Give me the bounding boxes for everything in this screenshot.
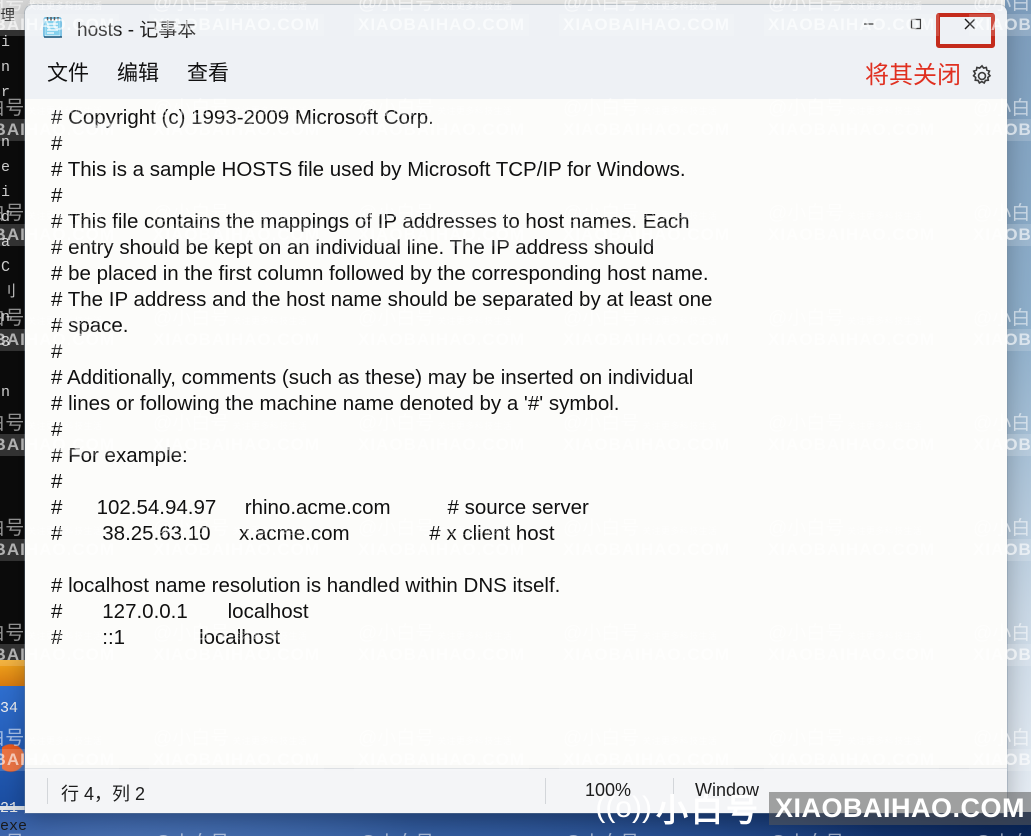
editor-line: # The IP address and the host name shoul… xyxy=(51,288,713,311)
editor-line: # localhost name resolution is handled w… xyxy=(51,574,561,597)
editor-line: # This file contains the mappings of IP … xyxy=(51,210,690,233)
editor-line: # xyxy=(51,132,63,155)
menu-item-view[interactable]: 查看 xyxy=(187,57,229,87)
console-line: C xyxy=(1,259,11,276)
editor-line: # For example: xyxy=(51,444,188,467)
console-line: n xyxy=(1,134,11,151)
console-line: r xyxy=(1,84,11,101)
editor-line: # xyxy=(51,470,63,493)
window-titlebar[interactable]: hosts - 记事本 xyxy=(25,5,1007,51)
editor-line: # lines or following the machine name de… xyxy=(51,392,620,415)
desktop-label-2: 21 xyxy=(0,800,19,817)
editor-line: # space. xyxy=(51,314,129,337)
status-separator-2 xyxy=(545,778,546,804)
editor-line: # Additionally, comments (such as these)… xyxy=(51,366,694,389)
editor-line: # 38.25.63.10 x.acme.com # x client host xyxy=(51,522,555,545)
status-bar: 行 4，列 2 100% Window xyxy=(25,768,1007,813)
gear-icon[interactable] xyxy=(969,63,995,89)
text-editor-area[interactable]: # Copyright (c) 1993-2009 Microsoft Corp… xyxy=(25,99,1007,765)
close-button[interactable] xyxy=(946,5,993,43)
status-separator-1 xyxy=(47,778,48,804)
console-line: a xyxy=(1,234,11,251)
console-line: 刂 xyxy=(1,284,17,301)
menu-item-file[interactable]: 文件 xyxy=(47,57,89,87)
editor-line: # xyxy=(51,418,63,441)
editor-line: # This is a sample HOSTS file used by Mi… xyxy=(51,158,686,181)
status-cursor-position: 行 4，列 2 xyxy=(61,784,146,804)
console-line: d xyxy=(1,209,11,226)
console-line: n xyxy=(1,59,11,76)
editor-line: # 127.0.0.1 localhost xyxy=(51,600,309,623)
editor-line: # xyxy=(51,184,63,207)
background-console-window[interactable]: inr neidaC刂n3 n xyxy=(0,30,28,660)
taskbar-icon-orange[interactable] xyxy=(0,660,26,686)
status-zoom-level[interactable]: 100% xyxy=(585,780,631,801)
console-line: 3 xyxy=(1,334,11,351)
editor-line: # xyxy=(51,340,63,363)
editor-line: # be placed in the first column followed… xyxy=(51,262,709,285)
window-title: hosts - 记事本 xyxy=(77,20,197,41)
desktop-label-1: 34 xyxy=(0,700,19,717)
console-line: n xyxy=(1,309,11,326)
notepad-icon xyxy=(41,16,65,40)
editor-line: # entry should be kept on an individual … xyxy=(51,236,655,259)
status-separator-3 xyxy=(673,778,674,804)
taskbar-icon-inner xyxy=(2,738,24,778)
console-line: n xyxy=(1,384,11,401)
notepad-window: hosts - 记事本 文件 编辑 查看 将其关闭 # Copyright (c… xyxy=(25,5,1007,813)
console-line: e xyxy=(1,159,11,176)
maximize-button[interactable] xyxy=(892,5,939,43)
annotation-close-it: 将其关闭 xyxy=(865,62,961,89)
editor-line: # ::1 localhost xyxy=(51,626,281,649)
status-line-ending[interactable]: Window xyxy=(695,780,759,801)
menu-item-edit[interactable]: 编辑 xyxy=(117,57,159,87)
desktop-label-3: exe xyxy=(0,818,28,835)
minimize-button[interactable] xyxy=(845,5,892,43)
editor-line: # 102.54.94.97 rhino.acme.com # source s… xyxy=(51,496,589,519)
editor-line: # Copyright (c) 1993-2009 Microsoft Corp… xyxy=(51,106,434,129)
desktop-right-strip xyxy=(1005,0,1031,812)
console-line: i xyxy=(1,34,11,51)
menu-bar: 文件 编辑 查看 将其关闭 xyxy=(25,51,1007,99)
console-line: i xyxy=(1,184,11,201)
